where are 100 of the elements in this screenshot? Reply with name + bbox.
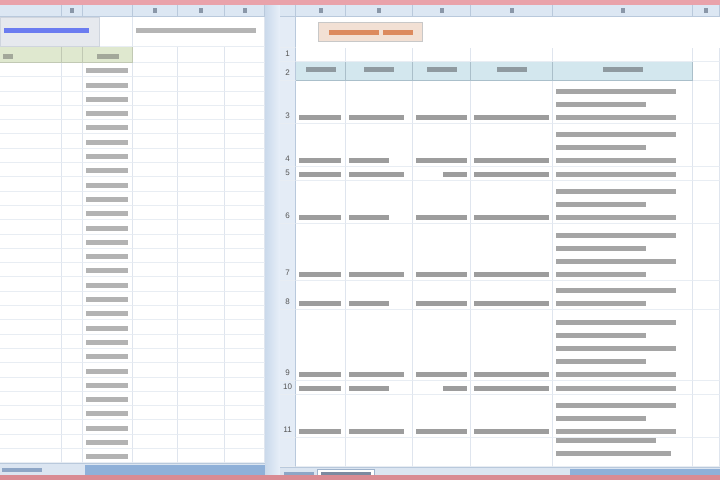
table-cell: [178, 378, 225, 392]
illegible-text: [70, 8, 74, 13]
select-all-corner[interactable]: [280, 5, 296, 17]
column-header[interactable]: [178, 5, 225, 17]
table-cell: [0, 134, 62, 149]
illegible-text: [416, 300, 467, 306]
illegible-text: [349, 114, 404, 120]
illegible-text: [620, 8, 624, 13]
illegible-text: [602, 67, 642, 72]
illegible-text: [349, 272, 404, 278]
column-header[interactable]: [693, 5, 720, 17]
illegible-text: [416, 114, 467, 120]
column-header[interactable]: [346, 5, 413, 17]
column-header[interactable]: [133, 5, 178, 17]
table-cell: [0, 92, 62, 106]
table-cell: [0, 163, 62, 178]
illegible-text: [86, 411, 128, 416]
illegible-text: [443, 172, 467, 177]
illegible-text: [86, 111, 128, 116]
table-cell: [0, 292, 62, 306]
table-cell: [0, 177, 62, 192]
table-cell: [0, 420, 62, 435]
illegible-text: [349, 172, 404, 177]
illegible-text: [416, 372, 467, 378]
illegible-text: [86, 182, 128, 188]
column-header[interactable]: [471, 5, 553, 17]
illegible-text: [299, 214, 341, 220]
link-button[interactable]: [0, 17, 100, 47]
illegible-text: [299, 272, 341, 278]
illegible-text: [318, 8, 322, 13]
table-cell: [0, 220, 62, 235]
table-cell: [0, 320, 62, 335]
table-cell: [178, 120, 225, 134]
scrollbar[interactable]: [85, 465, 265, 476]
illegible-text: [86, 297, 128, 302]
illegible-text: [86, 154, 128, 160]
illegible-text: [382, 30, 412, 34]
table-cell: [178, 220, 225, 235]
table-cell: [0, 63, 62, 78]
illegible-text: [496, 67, 526, 72]
illegible-text: [299, 372, 341, 378]
table-cell: [178, 306, 225, 320]
row-number: 1: [285, 49, 290, 58]
illegible-text: [86, 397, 128, 402]
illegible-text: [86, 240, 128, 245]
illegible-text: [86, 454, 128, 460]
action-button[interactable]: [318, 22, 423, 42]
illegible-text: [328, 30, 378, 34]
illegible-text: [86, 96, 128, 102]
table-cell: [178, 163, 225, 178]
illegible-text: [416, 214, 467, 220]
table-cell: [693, 48, 720, 62]
column-header[interactable]: [553, 5, 693, 17]
table-cell: [0, 248, 62, 264]
column-header[interactable]: [413, 5, 471, 17]
illegible-text: [86, 168, 128, 174]
illegible-text: [299, 172, 341, 177]
illegible-text: [416, 158, 467, 163]
illegible-text: [426, 67, 456, 72]
column-header[interactable]: [0, 5, 62, 17]
illegible-text: [86, 82, 128, 88]
illegible-text: [86, 68, 128, 74]
illegible-text: [704, 8, 708, 13]
illegible-text: [86, 196, 128, 202]
table-cell: [0, 406, 62, 420]
illegible-text: [284, 472, 314, 475]
illegible-text: [3, 54, 13, 59]
table-cell: [0, 363, 62, 378]
table-cell: [178, 92, 225, 106]
column-header[interactable]: [83, 5, 133, 17]
table-cell: [178, 148, 225, 164]
column-header[interactable]: [296, 5, 346, 17]
illegible-text: [2, 468, 42, 472]
table-cell: [178, 434, 225, 450]
table-cell: [0, 263, 62, 278]
table-cell: [0, 148, 62, 164]
table-cell: [178, 348, 225, 364]
illegible-text: [86, 226, 128, 231]
illegible-text: [510, 8, 514, 13]
table-cell: [0, 192, 62, 206]
column-header[interactable]: [225, 5, 265, 17]
illegible-text: [86, 125, 128, 130]
row-number: 7: [285, 268, 290, 278]
row-number: 2: [285, 68, 290, 77]
table-cell: [178, 392, 225, 406]
table-cell: [178, 320, 225, 335]
illegible-text: [377, 8, 381, 13]
illegible-text: [242, 8, 246, 13]
table-cell: [0, 434, 62, 450]
row-number: 8: [285, 296, 290, 306]
table-cell: [178, 177, 225, 192]
table-cell: [178, 363, 225, 378]
illegible-text: [299, 114, 341, 120]
row-number: 5: [285, 168, 290, 177]
illegible-text: [86, 268, 128, 274]
table-cell: [0, 277, 62, 292]
column-header[interactable]: [62, 5, 83, 17]
table-cell: [0, 306, 62, 320]
table-cell: [0, 378, 62, 392]
row-number: 9: [285, 368, 290, 378]
